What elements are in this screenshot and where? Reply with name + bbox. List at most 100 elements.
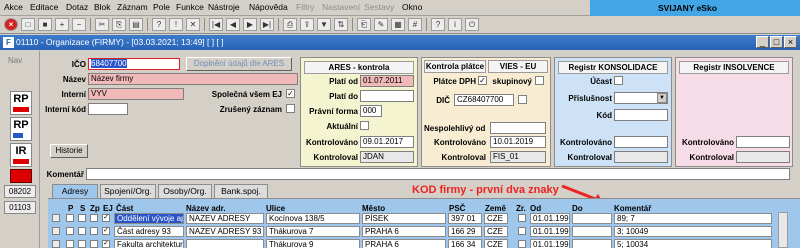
cell-ulice[interactable]: Thákurova 7	[266, 226, 360, 237]
cell-cast[interactable]: Část adresy 93	[114, 226, 184, 237]
cell-zeme[interactable]: CZE	[484, 226, 508, 237]
ej-checkbox[interactable]: ✓	[102, 240, 110, 248]
minimize-icon[interactable]: _	[756, 36, 769, 48]
calendar-icon[interactable]: ▦	[391, 18, 405, 31]
paste-icon[interactable]: ▤	[129, 18, 143, 31]
cell-mesto[interactable]: PRAHA 6	[362, 226, 446, 237]
delete-row-icon[interactable]: −	[72, 18, 86, 31]
cell-cast[interactable]: Fakulta architektury	[114, 239, 184, 248]
rp-report-button[interactable]: RP	[10, 91, 32, 115]
ins-kontroloval-field[interactable]	[736, 151, 790, 163]
calculator-icon[interactable]: #	[408, 18, 422, 31]
s-checkbox[interactable]	[78, 227, 86, 235]
tab-spojeni[interactable]: Spojení/Org.	[100, 184, 156, 198]
execute-icon[interactable]: !	[169, 18, 183, 31]
export-icon[interactable]: ⇪	[300, 18, 314, 31]
filter-icon[interactable]: ▼	[317, 18, 331, 31]
add-row-icon[interactable]: +	[55, 18, 69, 31]
print-icon[interactable]: ⎙	[283, 18, 297, 31]
row-selector[interactable]	[52, 214, 60, 222]
cell-komentar[interactable]: 89; 7	[614, 213, 772, 224]
cell-zeme[interactable]: CZE	[484, 213, 508, 224]
close-icon[interactable]: ×	[4, 18, 18, 31]
cell-do[interactable]	[572, 239, 612, 248]
sort-icon[interactable]: ⇅	[334, 18, 348, 31]
ares-pravni-forma-field[interactable]: 000	[360, 105, 382, 117]
s-checkbox[interactable]	[78, 214, 86, 222]
cell-zeme[interactable]: CZE	[484, 239, 508, 248]
help-icon[interactable]: ?	[431, 18, 445, 31]
table-row[interactable]: ✓ Část adresy 93 NAZEV ADRESY 93 Thákuro…	[52, 226, 772, 238]
cell-od[interactable]: 01.01.1996	[530, 239, 570, 248]
skupinovy-checkbox[interactable]	[535, 76, 544, 85]
cell-psc[interactable]: 397 01	[448, 213, 482, 224]
menu-napoveda[interactable]: Nápověda	[249, 2, 288, 12]
cell-mesto[interactable]: PRAHA 6	[362, 239, 446, 248]
grid-scrollbar[interactable]	[778, 212, 788, 248]
save-icon[interactable]: ■	[38, 18, 52, 31]
p-checkbox[interactable]	[66, 240, 74, 248]
nespolehlivy-field[interactable]	[490, 122, 546, 134]
ares-kontrolovano-field[interactable]: 09.01.2017	[360, 136, 414, 148]
ares-kontroloval-field[interactable]: JDAN	[360, 151, 414, 163]
tab-osoby[interactable]: Osoby/Org.	[158, 184, 212, 198]
zr-checkbox[interactable]	[518, 240, 526, 248]
cell-komentar[interactable]: 5; 10034	[614, 239, 772, 248]
menu-editace[interactable]: Editace	[30, 2, 58, 12]
ins-kontrolovano-field[interactable]	[736, 136, 790, 148]
ares-plati-do-field[interactable]	[360, 90, 414, 102]
platce-dph-checkbox[interactable]: ✓	[478, 76, 487, 85]
rp-report-button-2[interactable]: RP	[10, 117, 32, 141]
ej-checkbox[interactable]: ✓	[102, 214, 110, 222]
ucast-checkbox[interactable]	[614, 76, 623, 85]
zp-checkbox[interactable]	[90, 227, 98, 235]
interni-kod-field[interactable]	[88, 103, 128, 115]
cell-psc[interactable]: 166 29	[448, 226, 482, 237]
prev-record-icon[interactable]: ◀	[226, 18, 240, 31]
menu-funkce[interactable]: Funkce	[176, 2, 204, 12]
doplneni-ares-button[interactable]: Doplnění údajů dle ARES	[186, 57, 292, 71]
tab-adresy[interactable]: Adresy	[52, 184, 98, 198]
cut-icon[interactable]: ✂	[95, 18, 109, 31]
row-selector[interactable]	[52, 240, 60, 248]
table-row[interactable]: ✓ Fakulta architektury Thákurova 9 PRAHA…	[52, 239, 772, 248]
dic-field[interactable]: CZ68407700	[454, 94, 514, 106]
zp-checkbox[interactable]	[90, 240, 98, 248]
maximize-icon[interactable]: □	[770, 36, 783, 48]
kp-kontroloval-field[interactable]: FIS_01	[490, 151, 546, 163]
cell-nazev[interactable]: NAZEV ADRESY 93	[186, 226, 264, 237]
zp-checkbox[interactable]	[90, 214, 98, 222]
zr-checkbox[interactable]	[518, 227, 526, 235]
table-row[interactable]: ✓ Oddělení vývoje apl NAZEV ADRESY Kocín…	[52, 213, 772, 225]
kp-kontrolovano-field[interactable]: 10.01.2019	[490, 136, 546, 148]
cell-ulice[interactable]: Thákurova 9	[266, 239, 360, 248]
menu-dotaz[interactable]: Dotaz	[66, 2, 88, 12]
menu-nastroje[interactable]: Nástroje	[208, 2, 240, 12]
s-checkbox[interactable]	[78, 240, 86, 248]
cell-do[interactable]	[572, 226, 612, 237]
exit-icon[interactable]: ⏻	[465, 18, 479, 31]
cell-nazev[interactable]	[186, 239, 264, 248]
cell-od[interactable]: 01.01.1996	[530, 226, 570, 237]
nav-code-01103[interactable]: 01103	[4, 201, 36, 214]
cell-mesto[interactable]: PÍSEK	[362, 213, 446, 224]
next-record-icon[interactable]: ▶	[243, 18, 257, 31]
ares-plati-od-field[interactable]: 01.07.2011	[360, 75, 414, 87]
zr-checkbox[interactable]	[518, 214, 526, 222]
cell-od[interactable]: 01.01.1996	[530, 213, 570, 224]
dic-vies-checkbox[interactable]	[518, 95, 527, 104]
first-record-icon[interactable]: |◀	[209, 18, 223, 31]
info-icon[interactable]: i	[448, 18, 462, 31]
kod-field[interactable]	[614, 109, 668, 121]
menu-pole[interactable]: Pole	[153, 2, 170, 12]
spolecna-checkbox[interactable]: ✓	[286, 89, 295, 98]
note-icon[interactable]: ✎	[374, 18, 388, 31]
ej-checkbox[interactable]: ✓	[102, 227, 110, 235]
menu-zaznam[interactable]: Záznam	[117, 2, 148, 12]
interni-field[interactable]: VYV	[88, 88, 184, 100]
historie-button[interactable]: Historie	[50, 144, 88, 158]
row-selector[interactable]	[52, 227, 60, 235]
cell-ulice[interactable]: Kocínova 138/5	[266, 213, 360, 224]
menu-blok[interactable]: Blok	[94, 2, 111, 12]
cell-do[interactable]	[572, 213, 612, 224]
